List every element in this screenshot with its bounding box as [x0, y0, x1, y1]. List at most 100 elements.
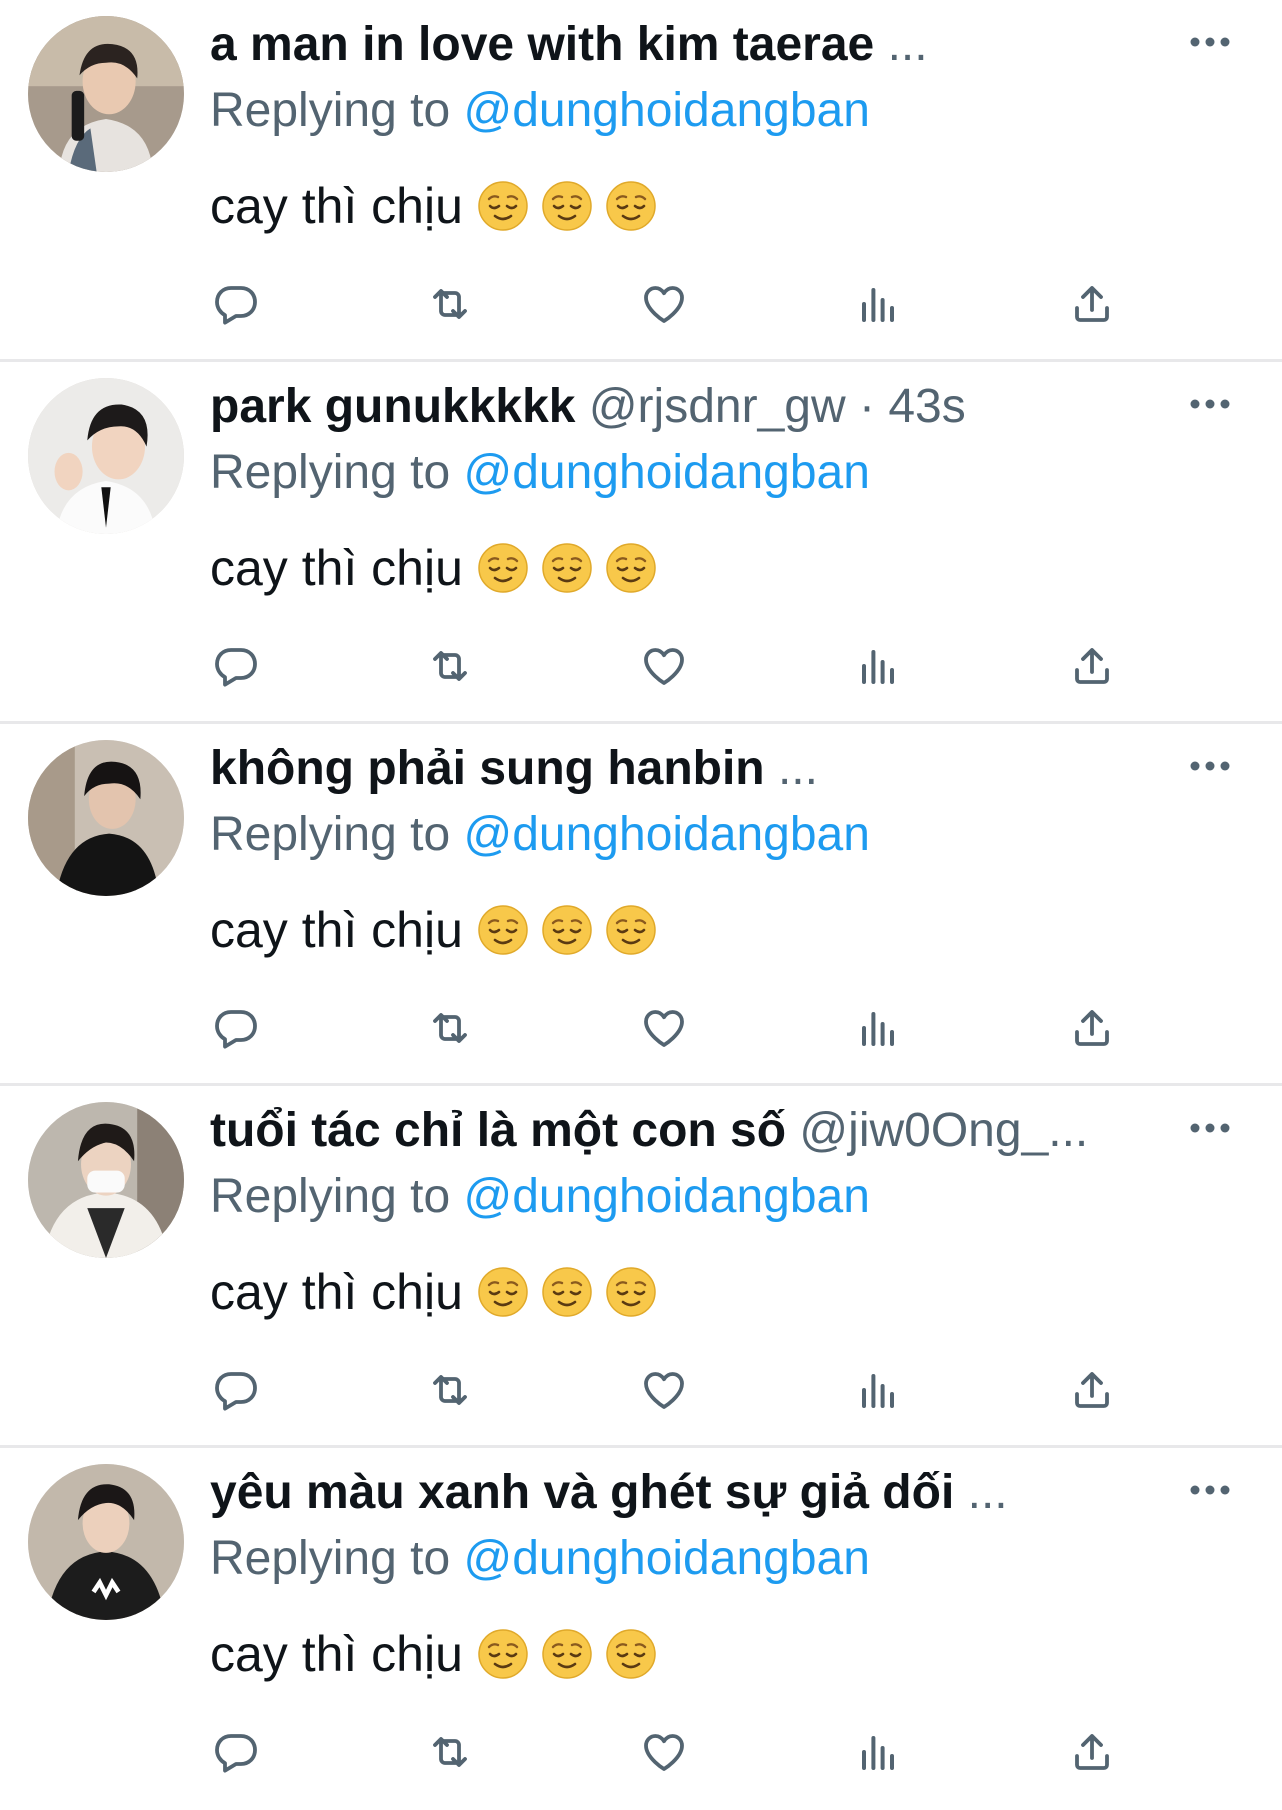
avatar[interactable]: [28, 740, 184, 896]
reply-to-mention-link[interactable]: @dunghoidangban: [463, 808, 869, 861]
relieved-face-emoji: [605, 904, 657, 956]
reply-tweet[interactable]: yêu màu xanh và ghét sự giả dối ... Repl…: [0, 1448, 1282, 1810]
user-handle[interactable]: @rjsdnr_gw: [589, 380, 846, 433]
more-options-button[interactable]: [1178, 746, 1242, 786]
heart-icon: [644, 648, 684, 685]
display-name[interactable]: yêu màu xanh và ghét sự giả dối: [210, 1466, 954, 1519]
replying-to-line: Replying to @dunghoidangban: [210, 1528, 870, 1590]
replying-to-label: Replying to: [210, 446, 451, 499]
reply-button[interactable]: [206, 1360, 266, 1420]
retweet-button[interactable]: [420, 1360, 480, 1420]
relieved-face-emoji: [605, 180, 657, 232]
relieved-face-emoji: [605, 542, 657, 594]
like-button[interactable]: [634, 1360, 694, 1420]
reply-tweet[interactable]: a man in love with kim taerae ... Replyi…: [0, 0, 1282, 362]
share-button[interactable]: [1062, 998, 1122, 1058]
share-upload-icon: [1075, 1010, 1109, 1046]
more-horizontal-icon: [1190, 37, 1230, 47]
avatar[interactable]: [28, 16, 184, 172]
tweet-actions: [206, 1360, 1146, 1420]
replying-to-label: Replying to: [210, 1532, 451, 1585]
relieved-face-emoji: [541, 1628, 593, 1680]
share-button[interactable]: [1062, 274, 1122, 334]
retweet-button[interactable]: [420, 636, 480, 696]
relieved-face-emoji: [477, 180, 529, 232]
views-button[interactable]: [848, 998, 908, 1058]
tweet-text-content: cay thì chịu: [210, 1626, 463, 1682]
views-button[interactable]: [848, 1360, 908, 1420]
share-upload-icon: [1075, 1734, 1109, 1770]
more-options-button[interactable]: [1178, 1108, 1242, 1148]
relieved-face-emoji: [477, 904, 529, 956]
like-button[interactable]: [634, 274, 694, 334]
like-button[interactable]: [634, 998, 694, 1058]
reply-button[interactable]: [206, 274, 266, 334]
reply-to-mention-link[interactable]: @dunghoidangban: [463, 446, 869, 499]
like-button[interactable]: [634, 1722, 694, 1782]
retweet-button[interactable]: [420, 1722, 480, 1782]
retweet-button[interactable]: [420, 998, 480, 1058]
tweet-header: tuổi tác chỉ là một con số @jiw0Ong_...: [210, 1100, 1190, 1162]
timestamp[interactable]: 43s: [888, 380, 965, 433]
views-button[interactable]: [848, 274, 908, 334]
replying-to-line: Replying to @dunghoidangban: [210, 442, 870, 504]
replying-to-line: Replying to @dunghoidangban: [210, 804, 870, 866]
tweet-header: yêu màu xanh và ghét sự giả dối ...: [210, 1462, 1190, 1524]
avatar-photo: [28, 1102, 184, 1258]
avatar[interactable]: [28, 1102, 184, 1258]
reply-bubble-icon: [215, 286, 257, 325]
display-name[interactable]: park gunukkkkk: [210, 380, 575, 433]
avatar[interactable]: [28, 1464, 184, 1620]
display-name[interactable]: tuổi tác chỉ là một con số: [210, 1104, 786, 1157]
tweet-text: cay thì chịu: [210, 174, 669, 238]
more-horizontal-icon: [1190, 761, 1230, 771]
more-horizontal-icon: [1190, 399, 1230, 409]
retweet-icon: [433, 1737, 467, 1767]
share-upload-icon: [1075, 286, 1109, 322]
tweet-text: cay thì chịu: [210, 1622, 669, 1686]
separator-dot: ·: [858, 380, 875, 433]
replying-to-label: Replying to: [210, 808, 451, 861]
retweet-button[interactable]: [420, 274, 480, 334]
reply-tweet[interactable]: tuổi tác chỉ là một con số @jiw0Ong_... …: [0, 1086, 1282, 1448]
retweet-icon: [433, 1375, 467, 1405]
relieved-face-emoji: [541, 904, 593, 956]
truncation-ellipsis: ...: [887, 18, 928, 71]
share-button[interactable]: [1062, 1722, 1122, 1782]
reply-to-mention-link[interactable]: @dunghoidangban: [463, 84, 869, 137]
share-upload-icon: [1075, 1372, 1109, 1408]
reply-button[interactable]: [206, 998, 266, 1058]
tweet-actions: [206, 636, 1146, 696]
share-button[interactable]: [1062, 1360, 1122, 1420]
reply-to-mention-link[interactable]: @dunghoidangban: [463, 1532, 869, 1585]
reply-bubble-icon: [215, 1010, 257, 1049]
tweet-text-content: cay thì chịu: [210, 178, 463, 234]
views-button[interactable]: [848, 636, 908, 696]
more-horizontal-icon: [1190, 1485, 1230, 1495]
share-button[interactable]: [1062, 636, 1122, 696]
display-name[interactable]: không phải sung hanbin: [210, 742, 765, 795]
tweet-text: cay thì chịu: [210, 1260, 669, 1324]
reply-tweet[interactable]: không phải sung hanbin ... Replying to @…: [0, 724, 1282, 1086]
relieved-face-emoji: [477, 1266, 529, 1318]
views-button[interactable]: [848, 1722, 908, 1782]
reply-button[interactable]: [206, 636, 266, 696]
tweet-text-content: cay thì chịu: [210, 902, 463, 958]
reply-to-mention-link[interactable]: @dunghoidangban: [463, 1170, 869, 1223]
tweet-actions: [206, 998, 1146, 1058]
display-name[interactable]: a man in love with kim taerae: [210, 18, 874, 71]
more-options-button[interactable]: [1178, 1470, 1242, 1510]
reply-button[interactable]: [206, 1722, 266, 1782]
relieved-face-emoji: [477, 1628, 529, 1680]
reply-tweet[interactable]: park gunukkkkk @rjsdnr_gw · 43s Replying…: [0, 362, 1282, 724]
like-button[interactable]: [634, 636, 694, 696]
user-handle[interactable]: @jiw0Ong_...: [799, 1104, 1088, 1157]
more-options-button[interactable]: [1178, 22, 1242, 62]
replying-to-label: Replying to: [210, 1170, 451, 1223]
avatar[interactable]: [28, 378, 184, 534]
reply-bubble-icon: [215, 1734, 257, 1773]
replies-feed: a man in love with kim taerae ... Replyi…: [0, 0, 1282, 1804]
heart-icon: [644, 1010, 684, 1047]
avatar-photo: [28, 16, 184, 172]
more-options-button[interactable]: [1178, 384, 1242, 424]
